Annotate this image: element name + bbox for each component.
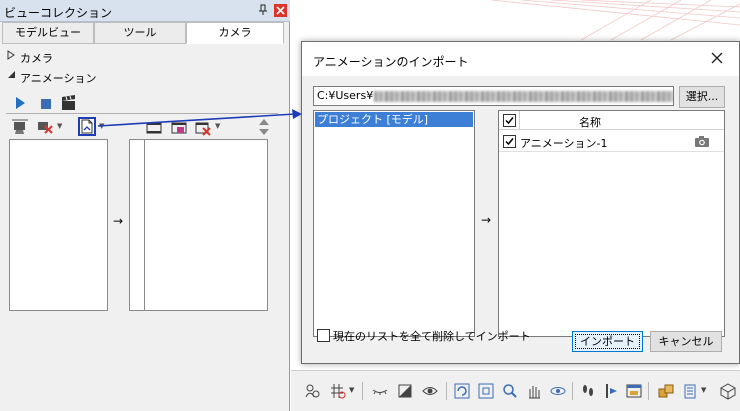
contrast-icon[interactable] [396, 382, 414, 400]
toolbar-separator [362, 382, 363, 400]
divider [6, 113, 278, 114]
section-cut-icon[interactable] [602, 382, 620, 400]
camera-from-view-icon[interactable] [11, 119, 28, 135]
dialog-close-button[interactable] [707, 48, 727, 68]
animation-table[interactable]: 名称 アニメーション-1 [498, 110, 725, 337]
3d-box-icon[interactable] [719, 382, 737, 400]
select-all-checkbox[interactable] [503, 114, 516, 127]
import-file-icon [81, 119, 93, 134]
panel-close-button[interactable] [274, 4, 287, 17]
film-frame-icon[interactable] [145, 120, 162, 136]
toolbar-separator [648, 382, 649, 400]
file-path-field[interactable]: C:¥Users¥ [313, 86, 674, 106]
eye-icon[interactable] [421, 382, 439, 400]
view-collection-panel: ビューコレクション モデルビュー ツール カメラ カメラ アニメーション ▼ ▼… [0, 0, 290, 411]
table-header: 名称 [499, 111, 724, 130]
chevron-down-icon[interactable]: ▼ [215, 122, 220, 130]
toolbar-separator [572, 382, 573, 400]
section-animation[interactable]: アニメーション [0, 67, 290, 87]
zoom-fit-icon[interactable] [477, 382, 495, 400]
play-icon[interactable] [12, 95, 28, 111]
selected-animations-list[interactable] [129, 139, 268, 311]
dialog-title: アニメーションのインポート [313, 55, 469, 69]
tab-model-view[interactable]: モデルビュー [2, 22, 94, 44]
select-file-button[interactable]: 選択... [679, 86, 725, 108]
import-animation-button[interactable] [78, 117, 96, 136]
project-list[interactable]: プロジェクト [モデル] [313, 110, 475, 337]
footprints-icon[interactable] [579, 382, 597, 400]
section-camera[interactable]: カメラ [0, 47, 290, 67]
clapperboard-icon[interactable] [60, 95, 76, 111]
zoom-icon[interactable] [501, 382, 519, 400]
checkmark-icon [505, 117, 514, 125]
chevron-down-icon[interactable]: ▼ [349, 386, 354, 394]
view-toolbar: ▼ ▼ [291, 370, 740, 411]
transfer-arrow: → [481, 213, 492, 227]
walk-mode-icon[interactable] [303, 382, 321, 400]
building-icon[interactable] [681, 382, 699, 400]
panel-title: ビューコレクション [4, 6, 113, 20]
panel-titlebar: ビューコレクション [0, 0, 290, 22]
import-button[interactable]: インポート [572, 331, 643, 352]
grid-snap-icon[interactable] [329, 382, 347, 400]
animation-name: アニメーション-1 [520, 137, 608, 150]
section-animation-label: アニメーション [20, 72, 97, 85]
import-animation-dialog: アニメーションのインポート C:¥Users¥ 選択... プロジェクト [モデ… [301, 41, 740, 364]
refresh-icon[interactable] [453, 382, 471, 400]
camera-delete-icon[interactable] [36, 119, 53, 135]
chevron-down-icon[interactable]: ▼ [57, 122, 62, 130]
close-icon [711, 52, 723, 64]
redacted-path [374, 90, 673, 102]
list-divider [144, 140, 145, 310]
film-edit-icon[interactable] [170, 120, 187, 136]
column-separator [519, 111, 520, 129]
tab-camera[interactable]: カメラ [186, 22, 284, 44]
section-camera-label: カメラ [20, 52, 53, 65]
cancel-button[interactable]: キャンセル [650, 331, 722, 352]
table-row[interactable]: アニメーション-1 [499, 131, 724, 152]
toolbar-separator [446, 382, 447, 400]
transfer-arrow: → [113, 214, 124, 228]
film-delete-icon[interactable] [194, 120, 211, 136]
file-path-text: C:¥Users¥ [317, 89, 374, 102]
column-header-name[interactable]: 名称 [579, 114, 601, 130]
orbit-icon[interactable] [549, 382, 567, 400]
chevron-down-icon[interactable]: ▼ [701, 386, 706, 394]
pan-hand-icon[interactable] [525, 382, 543, 400]
window-view-icon[interactable] [625, 382, 643, 400]
clear-list-label: 現在のリストを全て削除してインポート [333, 330, 531, 343]
row-checkbox[interactable] [503, 135, 516, 148]
clear-list-checkbox[interactable] [317, 329, 330, 342]
project-list-item[interactable]: プロジェクト [モデル] [315, 112, 473, 127]
camera-icon[interactable] [694, 135, 710, 148]
eye-closed-icon[interactable] [371, 382, 389, 400]
checkmark-icon [505, 138, 514, 146]
focus-rectangle [575, 334, 640, 349]
stop-icon[interactable] [38, 96, 54, 112]
pin-icon[interactable] [256, 3, 270, 17]
tab-tool[interactable]: ツール [94, 22, 186, 44]
chevron-right-icon [7, 50, 15, 63]
boxes-icon[interactable] [657, 382, 675, 400]
chevron-down-icon [7, 70, 16, 82]
available-animations-list[interactable] [9, 139, 108, 311]
dialog-titlebar: アニメーションのインポート [302, 42, 739, 76]
chevron-down-icon[interactable]: ▼ [99, 122, 104, 130]
up-down-arrows-icon[interactable] [258, 118, 270, 136]
